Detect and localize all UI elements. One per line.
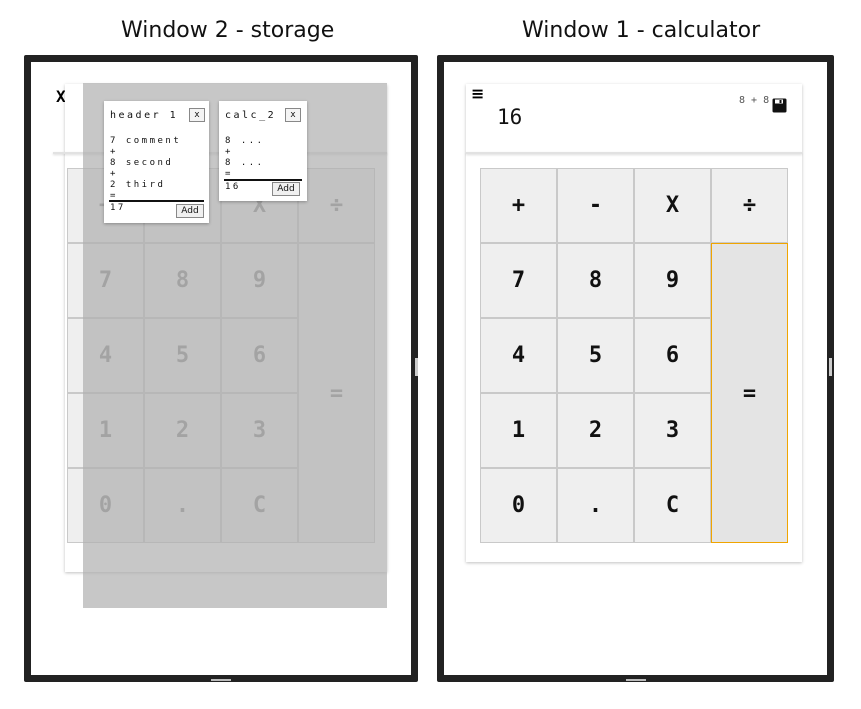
note-line: +	[225, 147, 233, 157]
key-5-button[interactable]: 5	[557, 318, 634, 393]
window-1-frame: ≡ 16 8 + 8 + - X ÷ 7 8 9 4 5 6 1 2 3 0. C =	[437, 55, 834, 682]
menu-icon[interactable]: ≡	[471, 84, 484, 103]
window-2-content: X +-X÷7894561230.C= header 1 x 7 comment…	[31, 62, 411, 675]
key-plus-button[interactable]: +	[480, 168, 557, 243]
key-9-button[interactable]: 9	[634, 243, 711, 318]
key-minus-button[interactable]: -	[557, 168, 634, 243]
calculator-display: 16	[497, 105, 523, 129]
key-2-button[interactable]: 2	[557, 393, 634, 468]
key-decimal-button[interactable]: .	[557, 468, 634, 543]
key-divide-button[interactable]: ÷	[711, 168, 788, 243]
key-0-button[interactable]: 0	[480, 468, 557, 543]
note-line: +	[110, 147, 118, 157]
key-3-button[interactable]: 3	[634, 393, 711, 468]
key-equals-button[interactable]: =	[711, 243, 788, 543]
note-line: 8 ...	[225, 136, 265, 146]
note-header: header 1	[110, 110, 179, 121]
note-sum-rule	[224, 179, 302, 181]
note-header: calc_2	[225, 110, 277, 121]
note-line: 8 second	[110, 158, 174, 168]
floppy-disk-icon[interactable]	[772, 98, 787, 117]
key-1-button[interactable]: 1	[480, 393, 557, 468]
display-divider	[466, 152, 802, 154]
storage-note: header 1 x 7 comment + 8 second + 2 thir…	[104, 101, 209, 223]
note-line: =	[225, 169, 233, 179]
note-line: 2 third	[110, 180, 166, 190]
window-1-title: Window 1 - calculator	[522, 18, 761, 43]
note-close-button[interactable]: x	[189, 108, 205, 122]
key-multiply-button[interactable]: X	[634, 168, 711, 243]
key-clear-button[interactable]: C	[634, 468, 711, 543]
window-2-side-handle[interactable]	[415, 358, 418, 376]
window-2-frame: X +-X÷7894561230.C= header 1 x 7 comment…	[24, 55, 418, 682]
note-result: 16	[225, 182, 241, 192]
window-1-resize-handle[interactable]	[625, 679, 646, 681]
window-2-resize-handle[interactable]	[211, 679, 231, 681]
window-1-content: ≡ 16 8 + 8 + - X ÷ 7 8 9 4 5 6 1 2 3 0. C =	[444, 62, 827, 675]
key-8-button[interactable]: 8	[557, 243, 634, 318]
note-add-button[interactable]: Add	[272, 182, 300, 196]
note-add-button[interactable]: Add	[176, 204, 204, 218]
note-result: 17	[110, 203, 126, 213]
window-2-title: Window 2 - storage	[121, 18, 335, 43]
note-line: +	[110, 169, 118, 179]
note-line: 7 comment	[110, 136, 182, 146]
window-1-side-handle[interactable]	[829, 358, 832, 376]
key-4-button[interactable]: 4	[480, 318, 557, 393]
key-6-button[interactable]: 6	[634, 318, 711, 393]
history-expression: 8 + 8	[739, 95, 770, 106]
storage-note: calc_2 x 8 ... + 8 ... = 16 Add	[219, 101, 307, 201]
note-close-button[interactable]: x	[285, 108, 301, 122]
key-7-button[interactable]: 7	[480, 243, 557, 318]
note-sum-rule	[109, 200, 204, 202]
note-line: 8 ...	[225, 158, 265, 168]
